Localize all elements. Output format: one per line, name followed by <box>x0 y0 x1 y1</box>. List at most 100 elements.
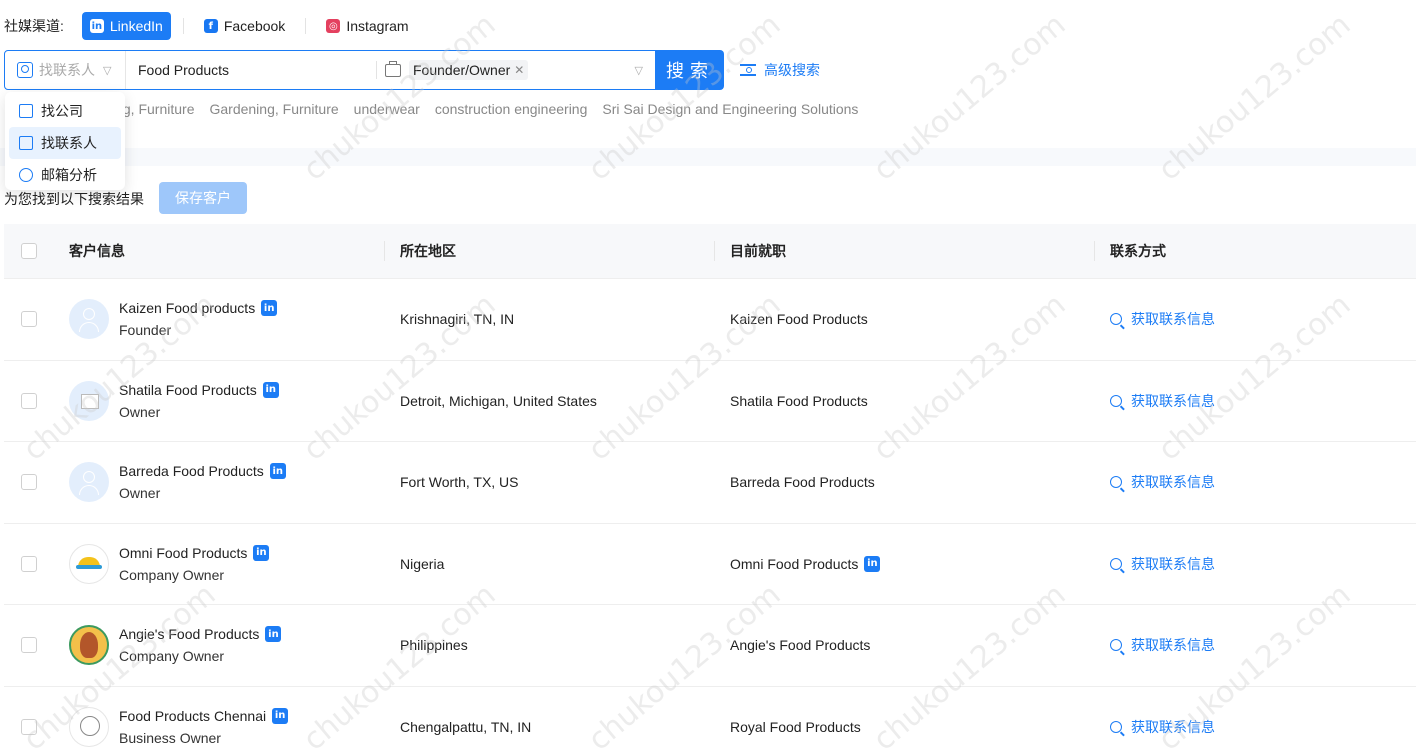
table-row: Angie's Food Products in Company Owner Ph… <box>4 605 1416 687</box>
channel-linkedin-label: LinkedIn <box>109 18 163 34</box>
get-contact-link[interactable]: 获取联系信息 <box>1094 391 1416 411</box>
chevron-down-icon: ▽ <box>634 64 643 77</box>
chevron-down-icon: ▽ <box>103 64 112 77</box>
job-cell: Royal Food Products <box>714 719 1094 735</box>
dropdown-item-label: 找联系人 <box>41 135 97 151</box>
row-checkbox[interactable] <box>21 311 37 328</box>
channel-bar: 社媒渠道: in LinkedIn f Facebook ◎ Instagram <box>4 12 429 40</box>
table-row: Omni Food Products in Company Owner Niger… <box>4 524 1416 605</box>
table-row: Food Products Chennai in Business Owner C… <box>4 687 1416 754</box>
header-checkbox-cell <box>4 224 69 279</box>
customer-info: Food Products Chennai in Business Owner <box>69 705 384 749</box>
instagram-icon: ◎ <box>326 19 341 33</box>
location-cell: Philippines <box>400 637 468 654</box>
table-row: Shatila Food Products in Owner Detroit, M… <box>4 361 1416 442</box>
contact-title: Owner <box>119 485 161 502</box>
channel-label: 社媒渠道: <box>4 18 64 34</box>
company-name: Angie's Food Products <box>730 637 871 654</box>
mail-analysis-icon <box>19 168 33 182</box>
history-item[interactable]: Sri Sai Design and Engineering Solutions <box>602 101 858 117</box>
advanced-search-label: 高级搜索 <box>764 62 820 78</box>
header-contact: 联系方式 <box>1094 224 1416 279</box>
history-item[interactable]: construction engineering <box>435 101 588 117</box>
location-cell: Fort Worth, TX, US <box>400 474 519 491</box>
linkedin-icon[interactable]: in <box>261 300 278 317</box>
result-summary: 为您找到以下搜索结果 <box>4 191 144 207</box>
linkedin-icon[interactable]: in <box>253 544 270 561</box>
row-checkbox-cell <box>4 311 69 328</box>
linkedin-icon[interactable]: in <box>262 381 279 398</box>
role-select[interactable]: Founder/Owner ✕ ▽ <box>377 51 655 89</box>
search-icon <box>1110 557 1122 570</box>
row-checkbox-cell <box>4 555 69 572</box>
avatar[interactable] <box>69 462 109 503</box>
row-checkbox-cell <box>4 392 69 409</box>
contact-name[interactable]: Omni Food Products <box>119 545 247 561</box>
get-contact-label: 获取联系信息 <box>1131 474 1215 491</box>
dropdown-item-mail-analysis[interactable]: 邮箱分析 <box>9 159 121 191</box>
search-history: ing, Furniture Gardening, Furniture unde… <box>112 99 873 119</box>
table-header: 客户信息 所在地区 目前就职 联系方式 <box>4 224 1416 279</box>
location-cell: Chengalpattu, TN, IN <box>400 718 532 735</box>
location-cell: Nigeria <box>400 555 445 572</box>
keyword-input[interactable] <box>126 51 376 89</box>
contact-name[interactable]: Food Products Chennai <box>119 708 266 724</box>
customer-info: Barreda Food Products in Owner <box>69 460 384 504</box>
channel-instagram[interactable]: ◎ Instagram <box>318 12 416 40</box>
row-checkbox[interactable] <box>21 637 37 654</box>
row-checkbox[interactable] <box>21 718 37 735</box>
contact-name[interactable]: Shatila Food Products <box>119 382 257 398</box>
channel-facebook[interactable]: f Facebook <box>196 12 293 40</box>
row-checkbox[interactable] <box>21 392 37 409</box>
close-icon[interactable]: ✕ <box>514 63 524 77</box>
search-type-value: 找联系人 <box>39 62 95 78</box>
linkedin-icon[interactable]: in <box>265 626 282 643</box>
row-checkbox-cell <box>4 718 69 735</box>
linkedin-icon[interactable]: in <box>864 555 881 572</box>
avatar[interactable] <box>69 380 109 421</box>
header-info: 客户信息 <box>69 243 125 259</box>
contact-name[interactable]: Angie's Food Products <box>119 626 259 642</box>
facebook-icon: f <box>203 19 218 33</box>
location-cell: Krishnagiri, TN, IN <box>400 311 515 328</box>
search-type-dropdown: 找公司 找联系人 邮箱分析 <box>5 92 125 190</box>
get-contact-link[interactable]: 获取联系信息 <box>1094 554 1416 574</box>
row-checkbox[interactable] <box>21 555 37 572</box>
search-button[interactable]: 搜索 <box>656 50 724 90</box>
dropdown-item-company[interactable]: 找公司 <box>9 95 121 127</box>
avatar[interactable] <box>69 706 109 747</box>
divider <box>182 18 184 34</box>
row-checkbox-cell <box>4 474 69 491</box>
job-cell: Omni Food Products in <box>714 555 1094 572</box>
company-name: Omni Food Products <box>730 555 859 572</box>
contact-name[interactable]: Barreda Food Products <box>119 463 264 479</box>
results-table: 客户信息 所在地区 目前就职 联系方式 Kaizen Food products… <box>4 224 1416 754</box>
get-contact-link[interactable]: 获取联系信息 <box>1094 472 1416 492</box>
advanced-search-link[interactable]: 高级搜索 <box>740 59 820 81</box>
customer-info: Shatila Food Products in Owner <box>69 379 384 423</box>
get-contact-link[interactable]: 获取联系信息 <box>1094 635 1416 655</box>
company-name: Kaizen Food Products <box>730 311 868 328</box>
contact-title: Founder <box>119 322 172 339</box>
select-all-checkbox[interactable] <box>21 243 37 259</box>
save-customer-button[interactable]: 保存客户 <box>159 182 247 214</box>
contact-name[interactable]: Kaizen Food products <box>119 300 255 316</box>
channel-linkedin[interactable]: in LinkedIn <box>81 12 171 40</box>
history-item[interactable]: underwear <box>354 101 420 117</box>
search-type-select[interactable]: 找联系人 ▽ <box>5 51 126 89</box>
search-icon <box>1110 720 1122 733</box>
row-checkbox[interactable] <box>21 474 37 491</box>
dropdown-item-contact[interactable]: 找联系人 <box>9 127 121 159</box>
divider <box>305 18 307 34</box>
search-icon <box>1110 476 1122 489</box>
history-item[interactable]: Gardening, Furniture <box>209 101 338 117</box>
avatar[interactable] <box>69 299 109 340</box>
linkedin-icon[interactable]: in <box>272 707 289 724</box>
avatar[interactable] <box>69 625 109 666</box>
briefcase-icon <box>385 60 401 77</box>
linkedin-icon[interactable]: in <box>269 463 286 480</box>
customer-info: Kaizen Food products in Founder <box>69 297 384 341</box>
get-contact-link[interactable]: 获取联系信息 <box>1094 717 1416 737</box>
get-contact-link[interactable]: 获取联系信息 <box>1094 309 1416 329</box>
avatar[interactable] <box>69 543 109 584</box>
